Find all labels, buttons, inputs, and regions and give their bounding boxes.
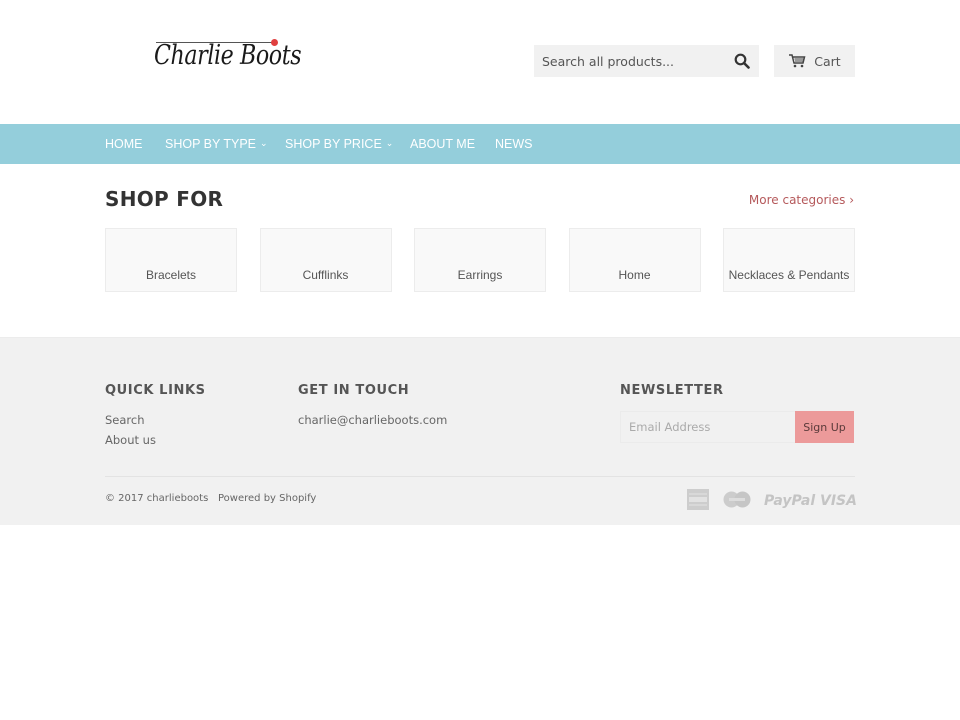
nav-item-shop-by-price[interactable]: SHOP BY PRICE ⌄ [285, 124, 393, 164]
quick-links-heading: QUICK LINKS [105, 383, 206, 398]
nav-item-label: ABOUT ME [410, 137, 476, 151]
nav-item-label: SHOP BY PRICE [285, 137, 382, 151]
category-label: Earrings [457, 268, 503, 282]
category-card-necklaces-pendants[interactable]: Necklaces & Pendants [723, 228, 855, 292]
category-grid: Bracelets Cufflinks Earrings Home Neckla… [105, 228, 855, 292]
powered-by-shopify-link[interactable]: Powered by Shopify [218, 493, 316, 504]
section-title: SHOP FOR [105, 187, 224, 211]
cart-label: Cart [814, 53, 841, 69]
chevron-down-icon: ⌄ [385, 138, 394, 148]
site-footer: QUICK LINKS Search About us GET IN TOUCH… [0, 337, 960, 525]
category-card-cufflinks[interactable]: Cufflinks [259, 228, 392, 292]
logo-text: Charlie Boots [154, 40, 302, 71]
american-express-icon [687, 489, 709, 514]
nav-item-home[interactable]: HOME [105, 124, 143, 164]
category-label: Necklaces & Pendants [728, 268, 850, 282]
newsletter-form: Sign Up [620, 411, 855, 443]
magnifier-icon [734, 53, 750, 69]
newsletter-email-input[interactable] [620, 411, 796, 443]
search-input[interactable] [534, 45, 724, 77]
footer-link-about-us[interactable]: About us [105, 433, 156, 447]
nav-item-shop-by-type[interactable]: SHOP BY TYPE ⌄ [165, 124, 268, 164]
nav-item-label: SHOP BY TYPE [165, 137, 257, 151]
category-label: Cufflinks [302, 268, 349, 282]
mastercard-icon [723, 491, 751, 512]
main-nav: HOME SHOP BY TYPE ⌄ SHOP BY PRICE ⌄ ABOUT … [0, 124, 960, 164]
footer-link-search[interactable]: Search [105, 413, 145, 427]
nav-item-news[interactable]: NEWS [495, 124, 533, 164]
nav-item-label: NEWS [495, 137, 533, 151]
site-logo[interactable]: Charlie Boots [150, 36, 302, 80]
nav-item-about-me[interactable]: ABOUT ME [410, 124, 475, 164]
nav-item-label: HOME [105, 137, 143, 151]
site-header: Charlie Boots Cart [0, 0, 960, 124]
shopping-cart-icon [789, 54, 806, 68]
category-card-earrings[interactable]: Earrings [414, 228, 546, 292]
footer-divider [105, 476, 855, 477]
search-button[interactable] [725, 45, 759, 77]
category-label: Bracelets [145, 268, 197, 282]
category-label: Home [618, 268, 651, 282]
category-card-home[interactable]: Home [568, 228, 701, 292]
get-in-touch-heading: GET IN TOUCH [298, 383, 410, 398]
search-form [534, 45, 759, 77]
contact-email-link[interactable]: charlie@charlieboots.com [298, 413, 447, 427]
paypal-icon: PayPal [764, 493, 816, 509]
copyright-text: © 2017 charlieboots [105, 493, 209, 504]
chevron-down-icon: ⌄ [260, 138, 268, 148]
newsletter-heading: NEWSLETTER [620, 383, 724, 398]
visa-icon: VISA [820, 493, 857, 509]
cart-button[interactable]: Cart [774, 45, 855, 77]
category-card-bracelets[interactable]: Bracelets [105, 228, 237, 292]
more-categories-link[interactable]: More categories › [749, 193, 854, 207]
newsletter-signup-button[interactable]: Sign Up [795, 411, 854, 443]
